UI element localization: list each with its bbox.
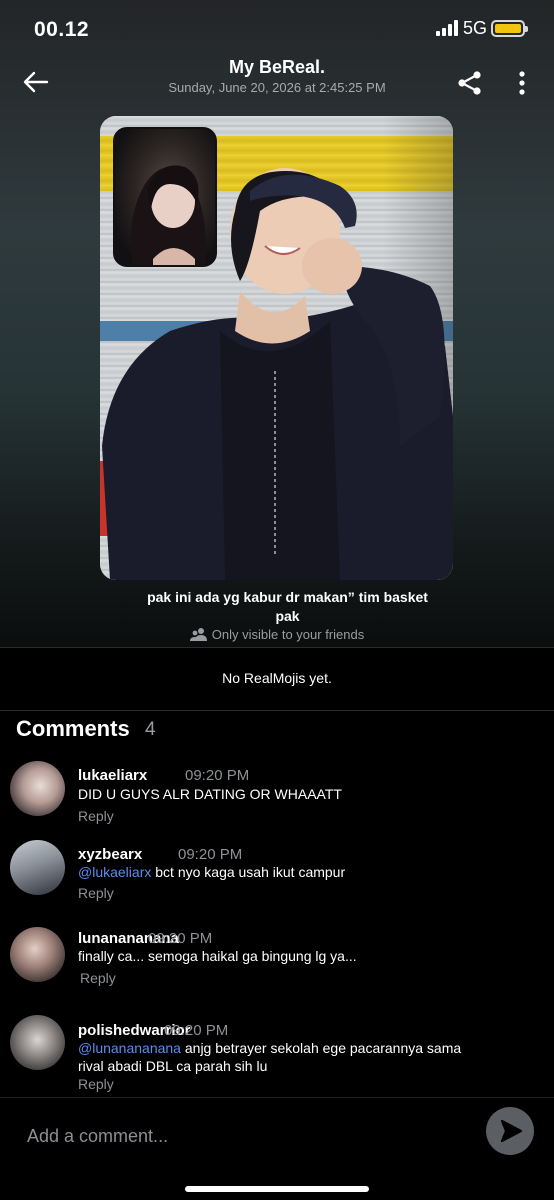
comment-time: 09:20 PM <box>178 846 243 863</box>
reply-button[interactable]: Reply <box>78 885 114 901</box>
front-camera-thumbnail[interactable] <box>113 127 217 267</box>
home-indicator <box>185 1186 369 1192</box>
comment-text: bct nyo kaga usah ikut campur <box>155 864 346 880</box>
send-icon <box>500 1119 523 1143</box>
avatar[interactable] <box>10 1015 65 1070</box>
comment-input[interactable] <box>27 1126 447 1147</box>
post-caption: pak ini ada yg kabur dr makan” tim baske… <box>147 589 428 624</box>
avatar[interactable] <box>10 840 65 895</box>
comment-username[interactable]: xyzbearx <box>78 846 142 863</box>
reply-button[interactable]: Reply <box>78 1076 114 1092</box>
divider <box>0 710 554 711</box>
avatar[interactable] <box>10 927 65 982</box>
comments-title: Comments <box>16 716 130 741</box>
comment-time: 09:20 PM <box>164 1022 229 1039</box>
comment-mention[interactable]: @lunanananana <box>78 1040 181 1056</box>
divider <box>0 647 554 648</box>
comment-item: xyzbearx 09:20 PM @lukaeliarx bct nyo ka… <box>0 838 554 908</box>
more-vertical-icon <box>519 71 525 95</box>
battery-icon <box>491 20 528 37</box>
comment-username[interactable]: lukaeliarx <box>78 767 147 784</box>
comment-text: finally ca... semoga haikal ga bingung l… <box>78 948 357 964</box>
comment-item: lunanananana 09:20 PM finally ca... semo… <box>0 922 554 992</box>
visibility-note: Only visible to your friends <box>0 627 554 642</box>
network-type: 5G <box>463 18 488 38</box>
comment-item: lukaeliarx 09:20 PM DID U GUYS ALR DATIN… <box>0 758 554 828</box>
comment-mention[interactable]: @lukaeliarx <box>78 864 151 880</box>
main-photo[interactable] <box>100 116 453 580</box>
realmojis-empty: No RealMojis yet. <box>222 670 332 686</box>
visibility-label: Only visible to your friends <box>211 627 365 642</box>
send-button[interactable] <box>486 1107 534 1155</box>
comment-text: DID U GUYS ALR DATING OR WHAAATT <box>78 786 342 802</box>
reply-button[interactable]: Reply <box>78 808 114 824</box>
more-options-button[interactable] <box>510 70 534 96</box>
comment-time: 09:20 PM <box>185 767 250 784</box>
selfie-figure <box>130 165 206 265</box>
status-time: 00.12 <box>34 18 90 41</box>
comment-time: 09:20 PM <box>148 930 213 947</box>
comment-item: polishedwarrior 09:20 PM @lunanananana a… <box>0 1014 554 1094</box>
signal-icon <box>436 20 458 36</box>
status-bar: 00.12 5G <box>0 0 554 56</box>
avatar[interactable] <box>10 761 65 816</box>
friends-icon <box>189 628 207 641</box>
comments-count: 4 <box>145 719 156 740</box>
share-icon <box>458 71 481 95</box>
share-button[interactable] <box>456 69 484 97</box>
reply-button[interactable]: Reply <box>80 970 116 986</box>
comment-composer <box>0 1097 554 1200</box>
